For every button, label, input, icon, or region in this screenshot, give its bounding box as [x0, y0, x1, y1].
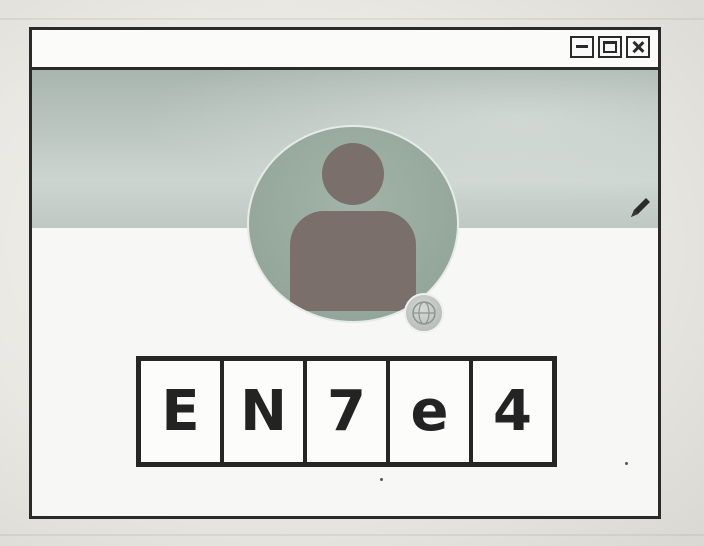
- captcha-box: E N 7 e 4: [136, 356, 557, 467]
- globe-icon[interactable]: [404, 293, 444, 333]
- speck: [380, 478, 383, 481]
- close-button[interactable]: [626, 36, 650, 58]
- background-line: [0, 534, 704, 536]
- app-window: E N 7 e 4: [29, 27, 661, 519]
- captcha-char: E: [141, 361, 224, 462]
- captcha-char: 7: [307, 361, 390, 462]
- minimize-button[interactable]: [570, 36, 594, 58]
- captcha-char: N: [224, 361, 307, 462]
- minimize-icon: [576, 45, 588, 48]
- speck: [625, 462, 628, 465]
- page: { "window": { "controls": [ {"name": "mi…: [0, 0, 704, 546]
- globe-glyph: [412, 301, 436, 325]
- pencil-icon[interactable]: [628, 196, 652, 220]
- captcha-char: 4: [493, 378, 532, 444]
- user-silhouette-body: [290, 211, 416, 311]
- maximize-icon: [603, 41, 617, 53]
- close-icon: [628, 38, 648, 56]
- captcha-char: e: [390, 361, 473, 462]
- maximize-button[interactable]: [598, 36, 622, 58]
- background-line: [0, 18, 704, 20]
- user-silhouette-icon: [322, 143, 384, 205]
- title-bar: [32, 30, 658, 70]
- window-controls: [570, 36, 650, 58]
